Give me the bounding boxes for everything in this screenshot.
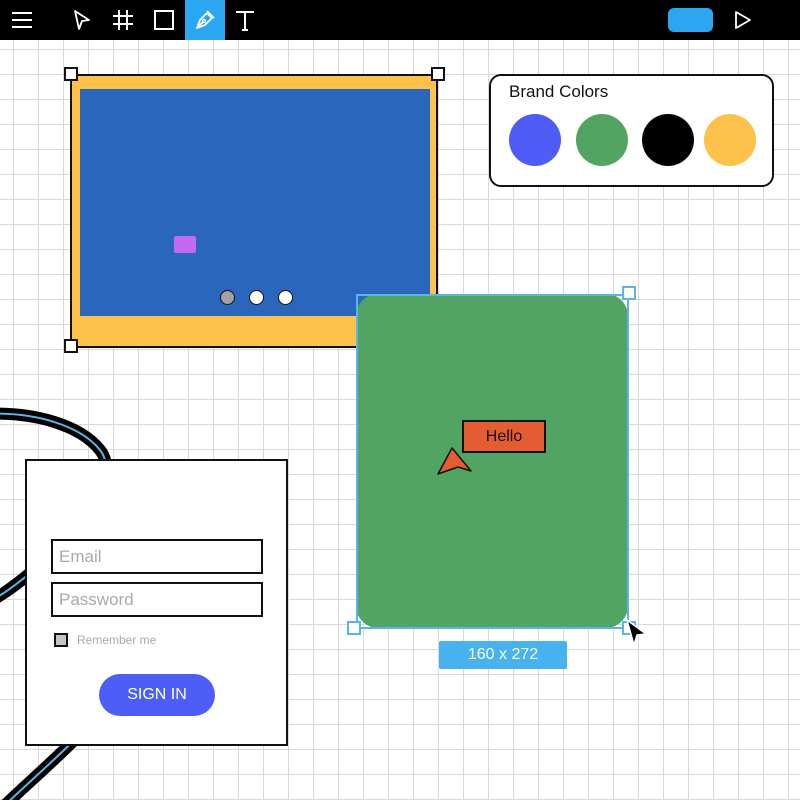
text-icon [236, 11, 254, 31]
toolbar [0, 0, 800, 40]
resize-handle-top-right[interactable] [431, 67, 445, 81]
resize-handle-top-left[interactable] [64, 67, 78, 81]
play-button[interactable] [722, 0, 762, 40]
preview-button[interactable] [668, 8, 713, 32]
resize-handle-bottom-left[interactable] [64, 339, 78, 353]
green-card[interactable] [356, 294, 628, 628]
menu-button[interactable] [2, 0, 42, 40]
text-tool-button[interactable] [225, 0, 265, 40]
frame-tool-button[interactable] [103, 0, 143, 40]
frame-grid-icon [113, 10, 133, 30]
pen-icon [196, 10, 215, 29]
image-placeholder [80, 89, 430, 316]
size-badge: 160 x 272 [439, 641, 567, 669]
remember-label: Remember me [77, 633, 157, 647]
rectangle-icon [154, 10, 174, 30]
carousel-dots [220, 290, 293, 305]
color-swatch-blue[interactable] [509, 114, 561, 166]
pen-tool-button[interactable] [185, 0, 225, 40]
brand-colors-title: Brand Colors [509, 82, 609, 101]
carousel-dot[interactable] [249, 290, 264, 305]
carousel-dot[interactable] [278, 290, 293, 305]
sign-in-button[interactable]: SIGN IN [99, 674, 215, 716]
color-swatch-green[interactable] [576, 114, 628, 166]
login-card[interactable]: Email Password Remember me SIGN IN [25, 459, 288, 746]
color-swatch-black[interactable] [642, 114, 694, 166]
menu-icon [12, 12, 32, 28]
color-swatch-yellow[interactable] [704, 114, 756, 166]
collaborator-cursor-icon [437, 447, 472, 475]
email-field[interactable]: Email [51, 539, 263, 574]
selection-handle-bottom-left[interactable] [347, 621, 361, 635]
purple-shape[interactable] [174, 236, 196, 253]
select-tool-button[interactable] [62, 0, 102, 40]
selection-handle-top-right[interactable] [622, 286, 636, 300]
play-icon [735, 11, 751, 29]
select-arrow-icon [74, 10, 90, 30]
rectangle-tool-button[interactable] [144, 0, 184, 40]
remember-checkbox[interactable] [54, 633, 68, 647]
carousel-dot[interactable] [220, 290, 235, 305]
design-canvas[interactable]: Brand Colors Hello 160 x 272 Email Passw… [0, 40, 800, 800]
password-field[interactable]: Password [51, 582, 263, 617]
mouse-pointer-icon [626, 619, 647, 646]
brand-colors-card[interactable]: Brand Colors [489, 74, 774, 187]
